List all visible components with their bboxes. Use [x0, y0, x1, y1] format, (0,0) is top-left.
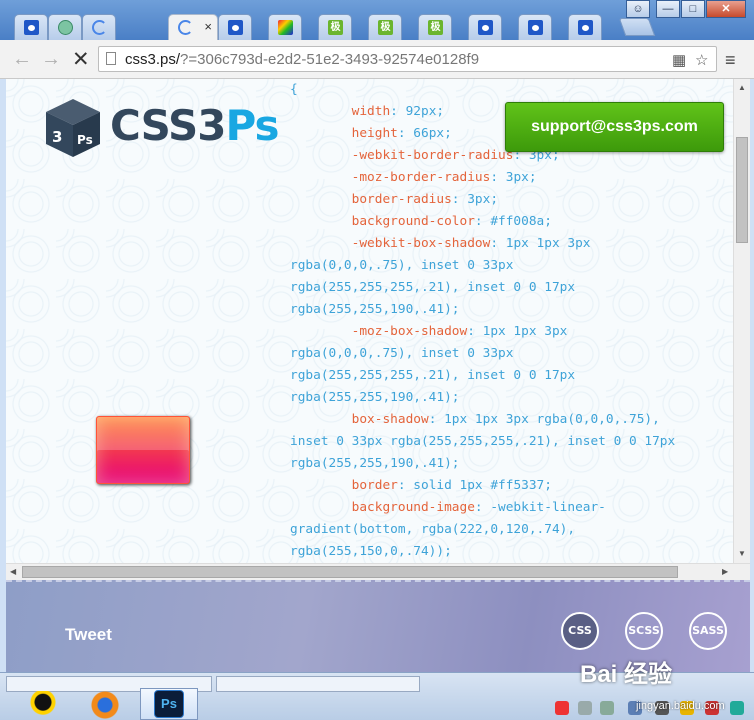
code-line: rgba(255,255,255,.21), inset 0 0 17px: [290, 280, 576, 295]
svg-text:3: 3: [52, 128, 62, 146]
loading-icon: [178, 20, 193, 35]
url-text[interactable]: css3.ps/?=306c793d-e2d2-51e2-3493-92574e…: [125, 51, 479, 68]
scroll-left-icon[interactable]: ◀: [10, 567, 16, 576]
support-email-button[interactable]: support@css3ps.com: [505, 102, 724, 152]
format-scss-button[interactable]: SCSS: [625, 612, 663, 650]
page-icon: [106, 52, 116, 65]
stop-button[interactable]: ✕: [72, 47, 90, 72]
tab[interactable]: 极: [418, 14, 452, 40]
close-window-button[interactable]: ✕: [706, 0, 746, 18]
tab[interactable]: [268, 14, 302, 40]
code-line: background-image: -webkit-linear-: [290, 500, 606, 515]
code-line: border-radius: 3px;: [290, 192, 499, 207]
green-icon: 极: [378, 20, 393, 35]
minimize-button[interactable]: —: [656, 0, 680, 18]
green-icon: 极: [328, 20, 343, 35]
scroll-up-icon[interactable]: ▲: [738, 83, 746, 92]
tweet-link[interactable]: Tweet: [65, 625, 112, 645]
address-bar[interactable]: css3.ps/?=306c793d-e2d2-51e2-3493-92574e…: [98, 46, 717, 72]
css3ps-logo[interactable]: 3 Ps CSS3Ps: [44, 97, 279, 164]
paw-icon: [24, 20, 39, 35]
tray-app-icon[interactable]: [730, 701, 744, 715]
code-line: rgba(255,255,255,.21), inset 0 0 17px: [290, 368, 576, 383]
tray-flag-icon[interactable]: [600, 701, 614, 715]
tab[interactable]: [82, 14, 116, 40]
code-line: gradient(bottom, rgba(222,0,120,.74),: [290, 522, 576, 537]
code-line: rgba(255,255,190,.41);: [290, 302, 460, 317]
baidu-watermark: Bai 经验: [580, 661, 673, 688]
tab[interactable]: 极: [368, 14, 402, 40]
photoshop-icon: Ps: [154, 690, 184, 718]
baidu-watermark-url: jingyan.baidu.com: [636, 700, 725, 712]
scroll-right-icon[interactable]: ▶: [722, 567, 728, 576]
green-icon: 极: [428, 20, 443, 35]
tab[interactable]: [518, 14, 552, 40]
maximize-button[interactable]: □: [681, 0, 705, 18]
forward-button[interactable]: →: [41, 48, 61, 71]
new-tab-button[interactable]: [618, 18, 656, 36]
svg-text:Ps: Ps: [77, 133, 93, 147]
code-line: -webkit-box-shadow: 1px 1px 3px: [290, 236, 591, 251]
page-content: 3 Ps CSS3Ps { width: 92px; height: 66px;…: [6, 79, 733, 563]
color-icon: [278, 20, 293, 35]
layer-preview-box: [96, 416, 190, 484]
code-line: inset 0 33px rgba(255,255,255,.21), inse…: [290, 434, 676, 449]
code-line: -moz-border-radius: 3px;: [290, 170, 537, 185]
box-logo-icon: 3 Ps: [46, 99, 100, 157]
horizontal-scroll-thumb[interactable]: [22, 566, 678, 578]
tab[interactable]: [568, 14, 602, 40]
tab[interactable]: 极: [318, 14, 352, 40]
logo-text: CSS3Ps: [110, 101, 279, 150]
mint-icon: [58, 20, 73, 35]
code-line: rgba(255,255,190,.41);: [290, 456, 460, 471]
code-line: box-shadow: 1px 1px 3px rgba(0,0,0,.75),: [290, 412, 660, 427]
tray-keyboard-icon[interactable]: [578, 701, 592, 715]
code-line: background-color: #ff008a;: [290, 214, 552, 229]
code-line: rgba(255,255,190,.41);: [290, 390, 460, 405]
code-line: rgba(255,150,0,.74));: [290, 544, 452, 559]
paw-icon: [478, 20, 493, 35]
format-sass-button[interactable]: SASS: [689, 612, 727, 650]
tab-active[interactable]: ×: [168, 14, 218, 40]
code-line: border: solid 1px #ff5337;: [290, 478, 552, 493]
bookmark-star-icon[interactable]: ☆: [695, 51, 708, 69]
paw-icon: [528, 20, 543, 35]
paw-icon: [578, 20, 593, 35]
taskbar-window-2[interactable]: [216, 676, 420, 692]
format-css-button[interactable]: CSS: [561, 612, 599, 650]
vertical-scrollbar[interactable]: ▲ ▼: [733, 79, 750, 563]
firefox-icon[interactable]: [90, 691, 120, 719]
tab[interactable]: [468, 14, 502, 40]
code-line: rgba(0,0,0,.75), inset 0 33px: [290, 346, 514, 361]
code-line: -moz-box-shadow: 1px 1px 3px: [290, 324, 568, 339]
code-line: rgba(0,0,0,.75), inset 0 33px: [290, 258, 514, 273]
tray-sogou-icon[interactable]: [555, 701, 569, 715]
scroll-down-icon[interactable]: ▼: [738, 549, 746, 558]
browser-toolbar: ← → ✕ css3.ps/?=306c793d-e2d2-51e2-3493-…: [0, 40, 754, 79]
tab-close-icon[interactable]: ×: [204, 19, 212, 34]
code-line: {: [290, 82, 298, 97]
horizontal-scrollbar[interactable]: ◀ ▶: [6, 563, 750, 580]
paw-icon: [228, 20, 243, 35]
tab-strip: × 极 极 极 ☺ — □ ✕: [0, 0, 754, 40]
translate-icon[interactable]: ▦: [672, 51, 686, 69]
qq-icon[interactable]: [28, 691, 58, 719]
vertical-scroll-thumb[interactable]: [736, 137, 748, 243]
tab[interactable]: [48, 14, 82, 40]
tab[interactable]: [14, 14, 48, 40]
photoshop-taskbar-button[interactable]: Ps: [140, 688, 198, 720]
menu-icon[interactable]: ≡: [725, 50, 736, 71]
tab[interactable]: [218, 14, 252, 40]
loading-icon: [92, 20, 107, 35]
user-icon[interactable]: ☺: [626, 0, 650, 18]
back-button[interactable]: ←: [12, 48, 32, 71]
